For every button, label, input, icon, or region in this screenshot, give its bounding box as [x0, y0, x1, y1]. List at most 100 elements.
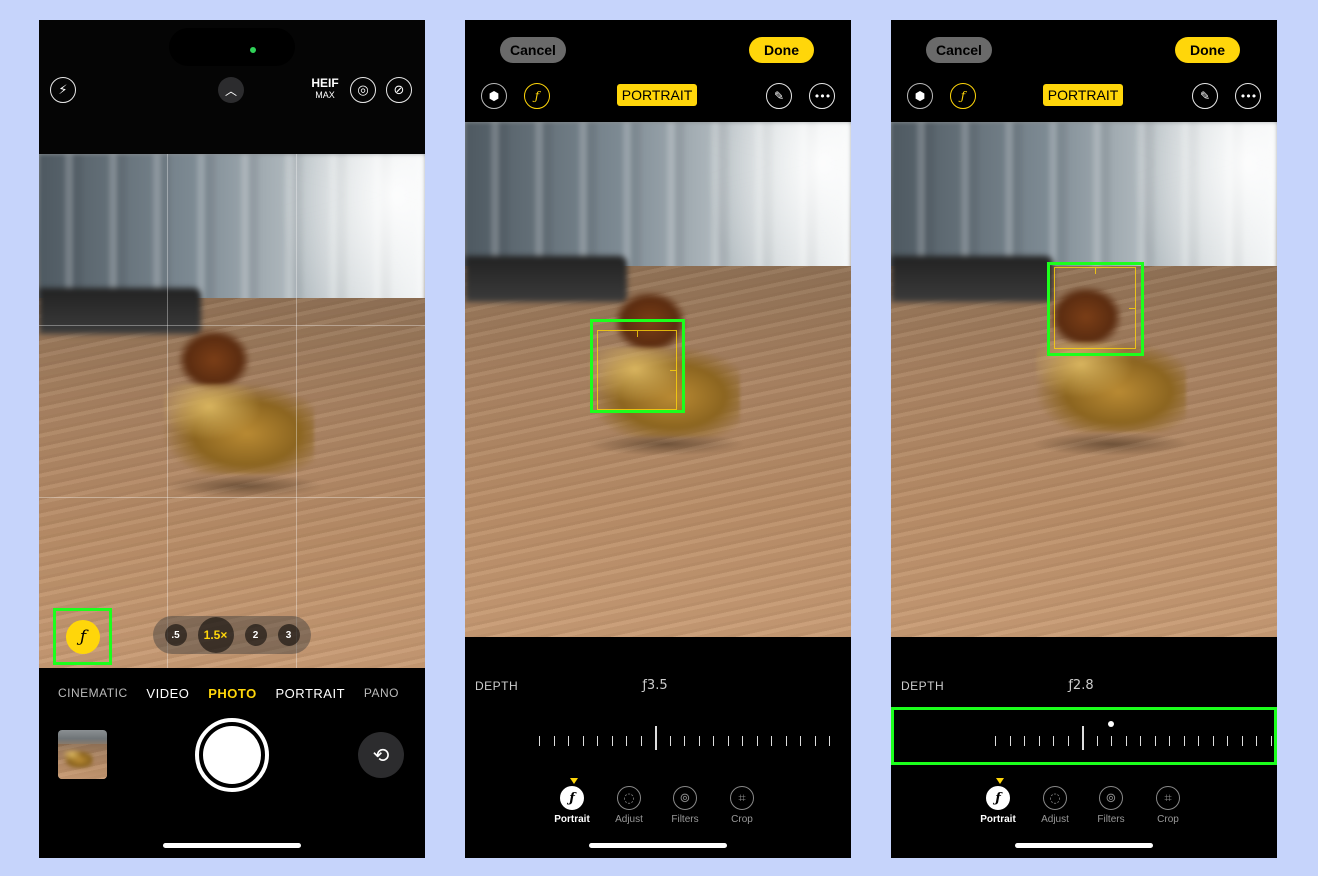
zoom-selector: .5 1.5× 2 3 [153, 616, 311, 654]
done-button[interactable]: Done [749, 37, 814, 63]
live-photo-icon[interactable]: ◎ [350, 77, 376, 103]
zoom-option-1-5[interactable]: 1.5× [197, 617, 234, 653]
zoom-option-0-5[interactable]: .5 [164, 624, 187, 646]
heif-label: HEIF [311, 76, 339, 90]
last-photo-thumbnail[interactable] [58, 730, 107, 779]
markup-icon[interactable]: ✎ [766, 83, 792, 109]
editor-tab-bar: ƒ Portrait ◌ Adjust ⊚ Filters ⌗ Crop [891, 778, 1277, 838]
shutter-button[interactable] [195, 718, 269, 792]
gold-deer-figurine [164, 384, 314, 474]
slider-tick [684, 736, 685, 746]
mode-pano[interactable]: PANO [364, 686, 399, 701]
slider-tick [669, 736, 671, 746]
depth-value: ƒ2.8 [1068, 678, 1094, 693]
slider-tick [582, 736, 584, 746]
portrait-lighting-icon[interactable]: ⬢ [907, 83, 933, 109]
home-indicator [589, 843, 727, 848]
tab-crop[interactable]: ⌗ Crop [1140, 786, 1196, 825]
slider-center-tick [1082, 726, 1084, 750]
camera-indicator-dot [250, 47, 256, 53]
cancel-button[interactable]: Cancel [500, 37, 566, 63]
slider-tick [597, 736, 598, 746]
slider-tick [756, 736, 758, 746]
slider-tick [698, 736, 700, 746]
slider-tick [995, 736, 996, 746]
photo-preview[interactable] [891, 122, 1277, 637]
active-tab-indicator [996, 778, 1004, 784]
aperture-icon[interactable]: ƒ [950, 83, 976, 109]
figurine-shadow [164, 474, 324, 498]
aperture-icon[interactable]: ƒ [524, 83, 550, 109]
zoom-option-2[interactable]: 2 [244, 624, 267, 646]
slider-tick [1140, 736, 1141, 746]
live-photo-off-icon[interactable]: ⊘ [386, 77, 412, 103]
aperture-icon: ƒ [986, 786, 1010, 810]
slider-tick [1227, 736, 1228, 746]
editor-tab-bar: ƒ Portrait ◌ Adjust ⊚ Filters ⌗ Crop [465, 778, 851, 838]
camera-mode-selector: CINEMATIC VIDEO PHOTO PORTRAIT PANO [39, 686, 425, 701]
portrait-editor-screen: Cancel Done ⬢ ƒ PORTRAIT ✎ ••• DEPTH ƒ3.… [465, 20, 851, 858]
more-options-icon[interactable]: ••• [1235, 83, 1261, 109]
slider-tick [626, 736, 627, 746]
tab-portrait[interactable]: ƒ Portrait [544, 786, 600, 825]
done-button[interactable]: Done [1175, 37, 1240, 63]
zoom-option-3[interactable]: 3 [277, 624, 300, 646]
brown-figurine [179, 330, 249, 390]
more-options-icon[interactable]: ••• [809, 83, 835, 109]
slider-tick [785, 736, 787, 746]
slider-tick [1212, 736, 1214, 746]
slider-tick [1024, 736, 1025, 746]
tab-crop[interactable]: ⌗ Crop [714, 786, 770, 825]
chevron-up-icon[interactable]: ︿ [218, 77, 244, 103]
slider-tick [771, 736, 772, 746]
flip-camera-icon[interactable]: ⟲ [358, 732, 404, 778]
portrait-lighting-icon[interactable]: ⬢ [481, 83, 507, 109]
crop-icon: ⌗ [730, 786, 754, 810]
mode-video[interactable]: VIDEO [146, 686, 189, 701]
heif-max-toggle[interactable]: HEIF MAX [309, 77, 341, 101]
depth-slider[interactable] [891, 720, 1277, 754]
slider-tick [1183, 736, 1185, 746]
mode-portrait[interactable]: PORTRAIT [276, 686, 346, 701]
slider-tick [800, 736, 801, 746]
focus-box[interactable] [597, 330, 677, 410]
slider-tick [611, 736, 613, 746]
home-indicator [1015, 843, 1153, 848]
depth-slider[interactable] [465, 720, 851, 754]
camera-viewfinder[interactable] [39, 154, 425, 668]
cancel-button[interactable]: Cancel [926, 37, 992, 63]
aperture-icon: ƒ [560, 786, 584, 810]
slider-position-dot [1108, 721, 1114, 727]
slider-tick [742, 736, 743, 746]
camera-screen: ⚡ ︿ HEIF MAX ◎ ⊘ ƒ .5 1.5× 2 3 CINEMATIC… [39, 20, 425, 858]
focus-box[interactable] [1054, 267, 1136, 349]
home-indicator [163, 843, 301, 848]
slider-tick [829, 736, 830, 746]
slider-tick [1125, 736, 1127, 746]
crop-icon: ⌗ [1156, 786, 1180, 810]
slider-tick [1154, 736, 1156, 746]
tab-portrait[interactable]: ƒ Portrait [970, 786, 1026, 825]
filters-icon: ⊚ [1099, 786, 1123, 810]
portrait-editor-screen: Cancel Done ⬢ ƒ PORTRAIT ✎ ••• DEPTH ƒ2.… [891, 20, 1277, 858]
flash-icon[interactable]: ⚡ [50, 77, 76, 103]
dynamic-island [169, 28, 295, 66]
slider-center-tick [655, 726, 657, 750]
slider-tick [814, 736, 816, 746]
slider-tick [539, 736, 540, 746]
mode-photo[interactable]: PHOTO [208, 686, 257, 701]
slider-tick [1067, 736, 1069, 746]
tab-adjust[interactable]: ◌ Adjust [1027, 786, 1083, 825]
markup-icon[interactable]: ✎ [1192, 83, 1218, 109]
portrait-mode-badge[interactable]: PORTRAIT [617, 84, 697, 106]
slider-tick [1009, 736, 1011, 746]
tab-filters[interactable]: ⊚ Filters [657, 786, 713, 825]
tab-filters[interactable]: ⊚ Filters [1083, 786, 1139, 825]
mode-cinematic[interactable]: CINEMATIC [58, 686, 128, 701]
aperture-button[interactable]: ƒ [66, 620, 100, 654]
slider-tick [1096, 736, 1098, 746]
slider-tick [1111, 736, 1112, 746]
tab-adjust[interactable]: ◌ Adjust [601, 786, 657, 825]
depth-value: ƒ3.5 [642, 678, 668, 693]
portrait-mode-badge[interactable]: PORTRAIT [1043, 84, 1123, 106]
